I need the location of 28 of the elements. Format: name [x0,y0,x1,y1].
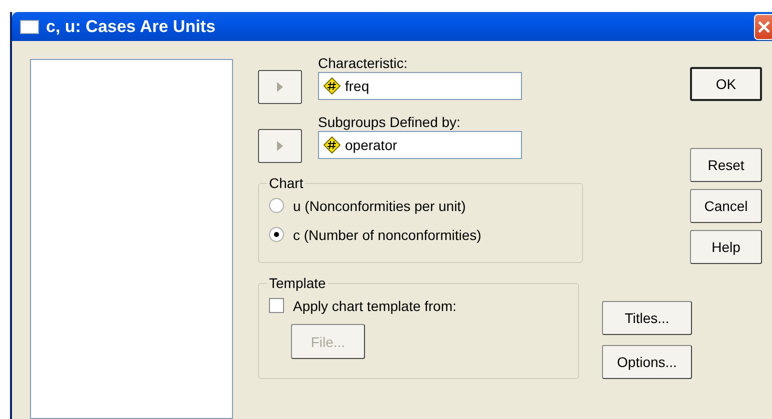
right-arrow-icon [277,82,283,92]
close-button[interactable] [754,14,772,40]
scale-variable-icon [323,136,341,154]
right-arrow-icon [277,141,283,151]
field-label: Subgroups Defined by: [318,114,462,131]
dialog-button[interactable]: Help [690,230,762,264]
group-label: Template [268,275,327,291]
window-title: c, u: Cases Are Units [46,16,216,36]
checkbox-option[interactable]: Apply chart template from: [269,291,568,320]
radio-button[interactable] [269,198,284,213]
dialog-button[interactable]: Cancel [690,189,762,223]
scale-variable-icon [323,77,341,95]
dialog-button[interactable]: Options... [602,345,692,379]
close-icon [758,20,770,32]
radio-option[interactable]: u (Nonconformities per unit) [269,191,572,220]
checkbox[interactable] [269,298,284,313]
window-icon [20,20,39,34]
variable-field[interactable]: freq [318,72,522,100]
move-button[interactable] [258,70,302,104]
radio-option[interactable]: c (Number of nonconformities) [269,220,572,249]
radio-button[interactable] [269,227,284,242]
field-label: Characteristic: [318,55,408,72]
variable-field[interactable]: operator [318,131,522,159]
group-label: Chart [268,175,304,191]
dialog-button[interactable]: OK [690,67,762,101]
move-button[interactable] [258,129,302,163]
dialog-button[interactable]: Reset [690,148,762,182]
dialog-button[interactable]: Titles... [602,301,692,335]
